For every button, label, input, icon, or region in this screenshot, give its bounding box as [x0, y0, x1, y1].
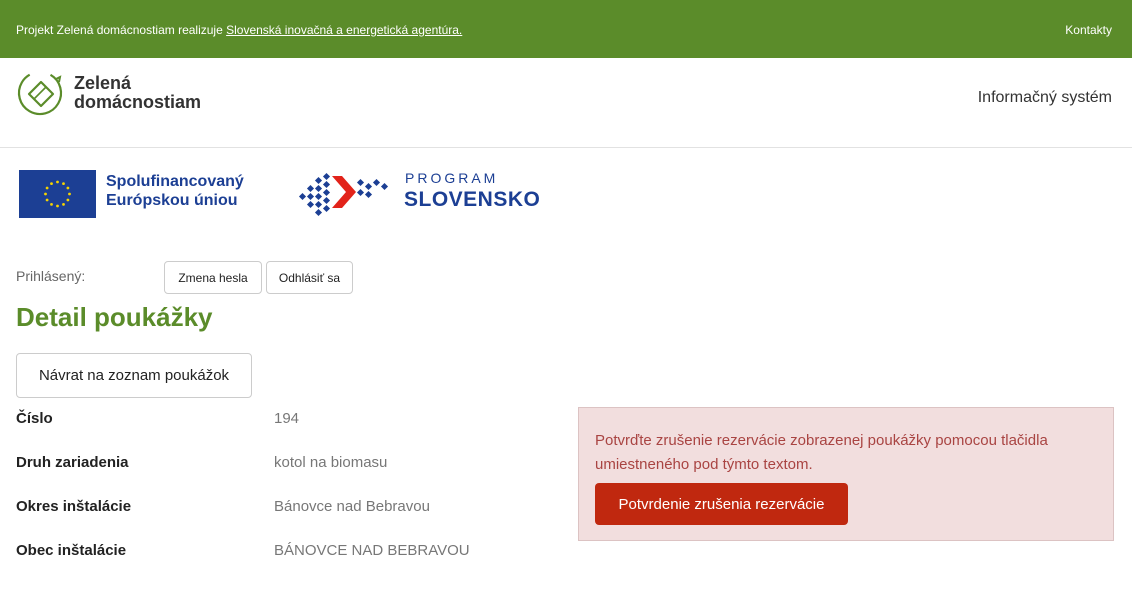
detail-label: Okres inštalácie	[16, 498, 132, 515]
info-system-link[interactable]: Informačný systém	[978, 89, 1112, 107]
house-leaf-icon	[17, 70, 63, 116]
agency-link[interactable]: Slovenská inovačná a energetická agentúr…	[226, 23, 462, 37]
program-slovensko-logo-icon	[298, 172, 389, 217]
confirm-cancel-reservation-button[interactable]: Potvrdenie zrušenia rezervácie	[595, 483, 848, 525]
eu-text-line2: Európskou úniou	[106, 192, 238, 209]
top-info-bar: Projekt Zelená domácnostiam realizuje Sl…	[0, 0, 1132, 58]
detail-value: kotol na biomasu	[274, 454, 388, 471]
page-title: Detail poukážky	[16, 302, 213, 332]
logged-in-label: Prihlásený:	[16, 268, 86, 284]
logo-line1: Zelená	[74, 73, 132, 93]
site-logo[interactable]: Zelená domácnostiam	[16, 69, 201, 117]
program-text-line2: SLOVENSKO	[404, 188, 541, 211]
logo-line2: domácnostiam	[74, 92, 202, 112]
detail-label: Číslo	[16, 410, 53, 427]
logout-button[interactable]: Odhlásiť sa	[266, 261, 353, 294]
program-text-line1: PROGRAM	[405, 170, 499, 186]
eu-stars-icon	[44, 180, 71, 208]
detail-value: BÁNOVCE NAD BEBRAVOU	[274, 542, 470, 559]
project-intro: Projekt Zelená domácnostiam realizuje Sl…	[16, 23, 462, 37]
eu-flag-logo	[19, 170, 96, 218]
cancel-reservation-alert: Potvrďte zrušenie rezervácie zobrazenej …	[578, 407, 1114, 541]
back-to-list-button[interactable]: Návrat na zoznam poukážok	[16, 353, 252, 398]
logo-text: Zelená domácnostiam	[74, 74, 201, 112]
contacts-link[interactable]: Kontakty	[1065, 23, 1112, 37]
detail-value: 194	[274, 410, 300, 427]
alert-message: Potvrďte zrušenie rezervácie zobrazenej …	[595, 432, 1048, 473]
site-header: Zelená domácnostiam Informačný systém	[0, 58, 1132, 148]
detail-value: Bánovce nad Bebravou	[274, 498, 430, 515]
detail-label: Obec inštalácie	[16, 542, 127, 559]
eu-cofinanced-text: Spolufinancovaný Európskou úniou	[106, 172, 244, 210]
project-intro-text: Projekt Zelená domácnostiam realizuje	[16, 23, 227, 37]
change-password-button[interactable]: Zmena hesla	[164, 261, 262, 294]
detail-label: Druh zariadenia	[16, 454, 129, 471]
eu-text-line1: Spolufinancovaný	[106, 173, 244, 190]
